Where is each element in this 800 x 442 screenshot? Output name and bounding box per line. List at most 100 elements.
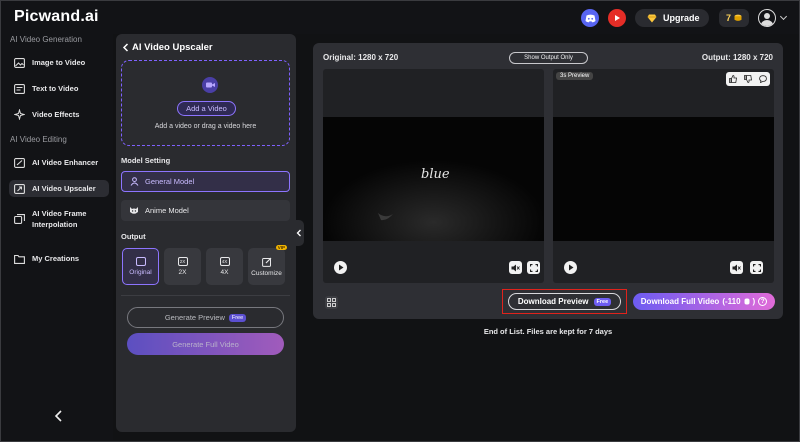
original-video-player[interactable]: blue: [323, 69, 544, 283]
thumbs-up-icon[interactable]: [729, 75, 738, 83]
general-model-label: General Model: [145, 177, 195, 186]
fullscreen-icon[interactable]: [750, 261, 763, 274]
section-title-generation: AI Video Generation: [10, 35, 82, 44]
original-caption: Original: 1280 x 720: [323, 53, 399, 62]
free-badge: Free: [593, 297, 612, 306]
video-overlay-text: blue: [421, 167, 450, 182]
generate-full-video-button[interactable]: Generate Full Video: [127, 333, 284, 355]
settings-panel: AI Video Upscaler Add a Video Add a vide…: [116, 34, 296, 432]
mute-icon[interactable]: [730, 261, 743, 274]
output-label-text: 4X: [220, 269, 229, 276]
download-cost: (-110: [722, 297, 741, 306]
comparison-area: Original: 1280 x 720 Show Output Only Ou…: [313, 43, 783, 319]
general-model-option[interactable]: General Model: [121, 171, 290, 192]
diamond-icon: [647, 14, 657, 22]
help-icon[interactable]: ?: [758, 297, 768, 306]
drop-hint: Add a video or drag a video here: [154, 123, 257, 130]
original-video-controls: [323, 253, 544, 283]
output-4x-option[interactable]: 4X 4X: [206, 248, 243, 285]
avatar[interactable]: [758, 9, 776, 27]
youtube-icon[interactable]: [608, 9, 626, 27]
sidebar-item-my-creations[interactable]: My Creations: [9, 250, 109, 267]
sidebar-item-label: Text to Video: [32, 84, 79, 93]
discord-icon[interactable]: [581, 9, 599, 27]
upgrade-label: Upgrade: [663, 13, 700, 23]
logo-text: Picwand: [14, 8, 81, 25]
sidebar-item-video-effects[interactable]: Video Effects: [9, 106, 109, 123]
4x-icon: 4X: [219, 257, 230, 266]
chevron-left-icon: [296, 229, 301, 237]
sidebar-item-text-to-video[interactable]: Text to Video: [9, 80, 109, 97]
sidebar-item-video-upscaler[interactable]: AI Video Upscaler: [9, 180, 109, 197]
enhancer-icon: [14, 157, 25, 168]
coin-icon: [734, 14, 742, 21]
end-of-list-note: End of List. Files are kept for 7 days: [483, 327, 613, 336]
original-size-icon: [135, 257, 146, 266]
panel-title-text: AI Video Upscaler: [132, 42, 213, 53]
sidebar-item-label: My Creations: [32, 254, 80, 263]
anime-model-label: Anime Model: [145, 206, 189, 215]
anime-model-option[interactable]: Anime Model: [121, 200, 290, 221]
download-preview-button[interactable]: Download Preview Free: [508, 293, 621, 310]
show-output-only-toggle[interactable]: Show Output Only: [509, 52, 588, 64]
output-label-text: Original: [129, 269, 152, 276]
fullscreen-icon[interactable]: [527, 261, 540, 274]
thumbs-down-icon[interactable]: [744, 75, 752, 83]
output-original-option[interactable]: Original: [122, 248, 159, 285]
download-full-label: Download Full Video: [640, 297, 720, 306]
top-bar: Picwand.ai Upgrade 7: [1, 1, 799, 34]
sidebar-item-label: AI Video Frame Interpolation: [32, 209, 87, 229]
sidebar-item-frame-interpolation[interactable]: AI Video Frame Interpolation: [9, 206, 109, 232]
download-preview-label: Download Preview: [517, 297, 589, 306]
coin-icon: [744, 298, 750, 305]
sidebar: AI Video Generation Image to Video Text …: [1, 34, 113, 440]
output-video-frame: [553, 117, 774, 241]
download-row: Download Preview Free Download Full Vide…: [313, 289, 783, 314]
comment-icon[interactable]: [758, 75, 767, 83]
panel-title[interactable]: AI Video Upscaler: [122, 42, 213, 53]
original-video-frame: blue: [323, 117, 544, 241]
output-caption: Output: 1280 x 720: [701, 53, 773, 62]
credits-count: 7: [725, 13, 731, 23]
video-drop-zone[interactable]: Add a Video Add a video or drag a video …: [121, 60, 290, 146]
add-video-button[interactable]: Add a Video: [177, 101, 236, 116]
image-icon: [14, 57, 25, 68]
feedback-group: [726, 72, 770, 86]
sidebar-item-video-enhancer[interactable]: AI Video Enhancer: [9, 154, 109, 171]
sidebar-item-image-to-video[interactable]: Image to Video: [9, 54, 109, 71]
compare-icon[interactable]: [325, 296, 338, 309]
model-setting-label: Model Setting: [121, 156, 171, 165]
2x-icon: 2X: [177, 257, 188, 266]
text-icon: [14, 83, 25, 94]
collapse-sidebar-icon[interactable]: [54, 409, 64, 422]
play-icon[interactable]: [334, 261, 347, 274]
output-label-text: 2X: [178, 269, 187, 276]
sidebar-item-label: Image to Video: [32, 58, 86, 67]
generate-preview-label: Generate Preview: [164, 313, 225, 322]
free-badge: Free: [228, 313, 247, 322]
collapse-panel-handle[interactable]: [293, 220, 304, 246]
preview-tag: 3s Preview: [556, 72, 594, 80]
person-icon: [130, 177, 139, 186]
output-video-controls: [553, 253, 774, 283]
output-2x-option[interactable]: 2X 2X: [164, 248, 201, 285]
play-icon[interactable]: [564, 261, 577, 274]
vip-badge: VIP: [275, 245, 287, 250]
credits-badge[interactable]: 7: [719, 9, 749, 27]
frame-icon: [14, 214, 25, 225]
upgrade-button[interactable]: Upgrade: [635, 9, 709, 27]
output-video-player[interactable]: 3s Preview: [553, 69, 774, 283]
output-label-text: Customize: [251, 269, 282, 277]
sidebar-item-label: AI Video Enhancer: [32, 158, 99, 167]
chevron-down-icon[interactable]: [779, 12, 788, 21]
download-full-video-button[interactable]: Download Full Video (-110 ) ?: [633, 293, 775, 310]
anime-face-icon: [130, 207, 138, 214]
chevron-left-icon: [122, 43, 129, 52]
output-label: Output: [121, 232, 146, 241]
output-customize-option[interactable]: Customize VIP: [248, 245, 287, 285]
generate-preview-button[interactable]: Generate Preview Free: [127, 307, 284, 328]
sidebar-item-label: AI Video Upscaler: [32, 184, 96, 193]
download-cost-end: ): [752, 297, 756, 306]
mute-icon[interactable]: [509, 261, 522, 274]
app-logo[interactable]: Picwand.ai: [14, 8, 99, 26]
